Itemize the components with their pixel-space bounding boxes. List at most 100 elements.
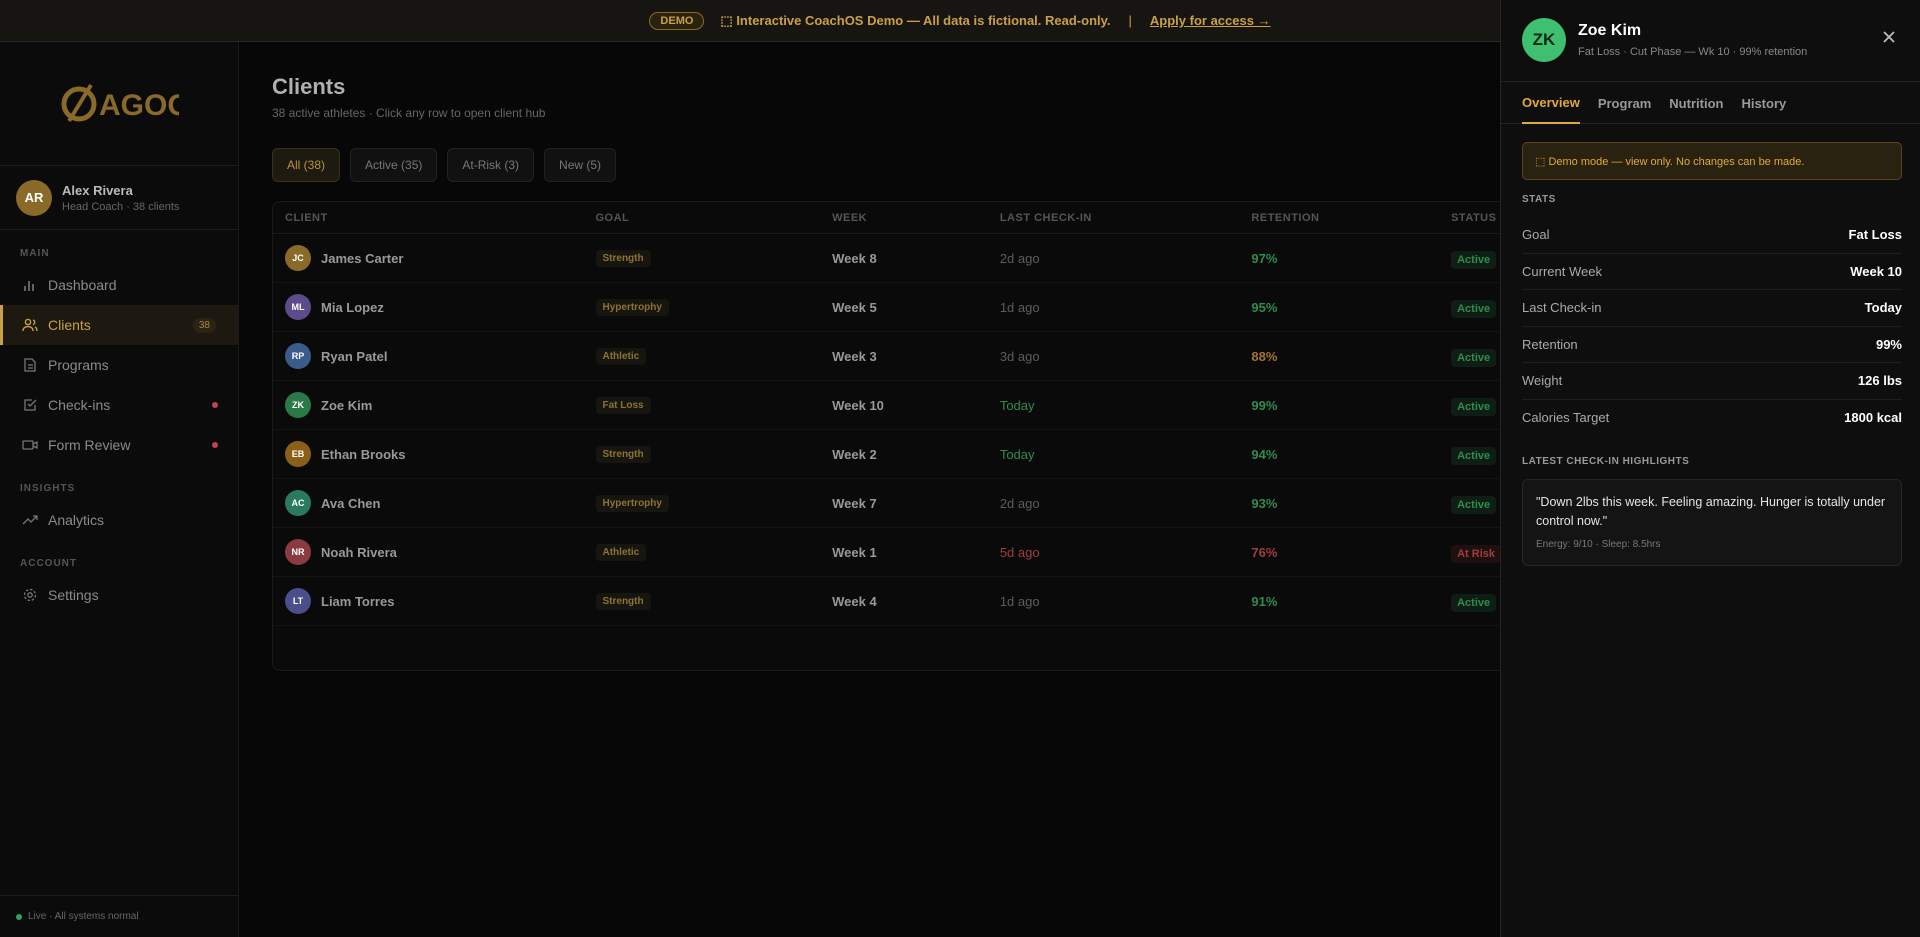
last-check-in: 2d ago xyxy=(999,495,1040,511)
retention-value: 76% xyxy=(1251,544,1278,560)
status-badge: Active xyxy=(1451,397,1497,416)
filter-at-risk[interactable]: At-Risk (3) xyxy=(447,148,535,182)
tab-program[interactable]: Program xyxy=(1598,82,1651,124)
sidebar-item-label: Form Review xyxy=(48,437,131,453)
sidebar-item-settings[interactable]: Settings xyxy=(0,575,238,615)
stat-value: 1800 kcal xyxy=(1844,410,1902,426)
nav-section-main: MAIN xyxy=(20,248,50,259)
tab-overview[interactable]: Overview xyxy=(1522,82,1580,124)
gear-icon xyxy=(22,587,38,603)
alert-dot xyxy=(212,442,218,448)
sidebar-item-analytics[interactable]: Analytics xyxy=(0,500,238,540)
app-root: DEMO ⬚ Interactive CoachOS Demo — All da… xyxy=(0,0,1920,937)
goal-tag: Hypertrophy xyxy=(595,299,669,316)
sidebar-item-label: Analytics xyxy=(48,512,105,528)
users-icon xyxy=(22,317,38,333)
client-summary: Fat Loss · Cut Phase — Wk 10 · 99% reten… xyxy=(1578,46,1808,58)
filter-all[interactable]: All (38) xyxy=(272,148,341,182)
column-client[interactable]: CLIENT xyxy=(273,212,596,224)
sidebar-item-label: Clients xyxy=(48,317,91,333)
table-row[interactable]: ZK Zoe Kim Fat Loss Week 10 Today 99% Act… xyxy=(273,381,1511,430)
stat-label: Calories Target xyxy=(1522,410,1610,426)
sidebar-item-label: Settings xyxy=(48,587,99,603)
logo[interactable]: AGOGE xyxy=(0,42,238,166)
tab-history[interactable]: History xyxy=(1741,82,1786,124)
bar-chart-icon xyxy=(22,277,38,293)
filter-active[interactable]: Active (35) xyxy=(350,148,438,182)
sidebar-item-dashboard[interactable]: Dashboard xyxy=(0,265,238,305)
tab-nutrition[interactable]: Nutrition xyxy=(1669,82,1723,124)
client-week: Week 10 xyxy=(832,397,884,413)
retention-value: 99% xyxy=(1251,397,1278,413)
table-row[interactable]: JC James Carter Strength Week 8 2d ago 97… xyxy=(273,234,1511,283)
client-avatar: JC xyxy=(285,245,311,271)
clients-table: CLIENT GOAL WEEK LAST CHECK-IN RETENTION… xyxy=(272,201,1512,671)
table-row[interactable]: NR Noah Rivera Athletic Week 1 5d ago 76%… xyxy=(273,528,1511,577)
last-check-in: 5d ago xyxy=(999,544,1040,560)
page-title: Clients xyxy=(272,74,346,99)
stat-row: Goal Fat Loss xyxy=(1522,217,1902,254)
agoge-logo-icon: AGOGE xyxy=(61,83,179,122)
close-icon[interactable] xyxy=(1880,28,1898,46)
last-check-in: 3d ago xyxy=(999,348,1040,364)
status-badge: Active xyxy=(1451,593,1497,612)
stat-value: Week 10 xyxy=(1850,263,1902,279)
status-badge: Active xyxy=(1451,299,1497,318)
table-row[interactable]: LT Liam Torres Strength Week 4 1d ago 91%… xyxy=(273,577,1511,626)
stat-label: Last Check-in xyxy=(1522,300,1602,316)
sidebar-item-label: Check-ins xyxy=(48,397,111,413)
demo-badge: DEMO xyxy=(649,11,705,30)
client-week: Week 1 xyxy=(832,544,877,560)
table-row[interactable]: ML Mia Lopez Hypertrophy Week 5 1d ago 95… xyxy=(273,283,1511,332)
client-week: Week 7 xyxy=(832,495,877,511)
filter-bar: All (38) Active (35) At-Risk (3) New (5) xyxy=(272,148,617,182)
panel-tabs: Overview Program Nutrition History xyxy=(1501,82,1920,124)
stat-label: Weight xyxy=(1522,373,1563,389)
status-badge: Active xyxy=(1451,348,1497,367)
table-row[interactable]: EB Ethan Brooks Strength Week 2 Today 94%… xyxy=(273,430,1511,479)
client-detail-panel: ZK Zoe Kim Fat Loss · Cut Phase — Wk 10 … xyxy=(1500,0,1920,937)
client-name: Ethan Brooks xyxy=(321,446,406,462)
client-week: Week 8 xyxy=(832,250,877,266)
status-badge: Active xyxy=(1451,250,1497,269)
nav-section-account: ACCOUNT xyxy=(20,558,77,569)
client-name: Zoe Kim xyxy=(321,397,373,413)
status-badge: At Risk xyxy=(1451,544,1501,563)
filter-new[interactable]: New (5) xyxy=(544,148,617,182)
sidebar-item-check-ins[interactable]: Check-ins xyxy=(0,385,238,425)
retention-value: 93% xyxy=(1251,495,1278,511)
column-retention[interactable]: RETENTION xyxy=(1251,212,1451,224)
status-dot xyxy=(16,913,22,920)
sidebar-item-form-review[interactable]: Form Review xyxy=(0,425,238,465)
client-avatar: LT xyxy=(285,588,311,614)
table-row[interactable]: RP Ryan Patel Athletic Week 3 3d ago 88% … xyxy=(273,332,1511,381)
stat-label: Retention xyxy=(1522,336,1578,352)
sidebar-item-clients[interactable]: Clients 38 xyxy=(0,305,238,345)
logo-wordmark: AGOGE xyxy=(99,89,179,122)
client-avatar: NR xyxy=(285,539,311,565)
apply-access-link[interactable]: Apply for access → xyxy=(1150,13,1271,28)
client-avatar: EB xyxy=(285,441,311,467)
sidebar-item-programs[interactable]: Programs xyxy=(0,345,238,385)
coach-profile[interactable]: AR Alex Rivera Head Coach · 38 clients xyxy=(0,166,238,230)
client-name: Ryan Patel xyxy=(321,348,388,364)
column-week[interactable]: WEEK xyxy=(832,212,1000,224)
column-last-check-in[interactable]: LAST CHECK-IN xyxy=(1000,212,1252,224)
alert-dot xyxy=(212,402,218,408)
status-badge: Active xyxy=(1451,446,1497,465)
client-week: Week 3 xyxy=(832,348,877,364)
coach-avatar: AR xyxy=(16,179,52,216)
coach-name: Alex Rivera xyxy=(62,182,133,198)
goal-tag: Strength xyxy=(595,446,651,463)
table-row[interactable]: AC Ava Chen Hypertrophy Week 7 2d ago 93%… xyxy=(273,479,1511,528)
stats-header: STATS xyxy=(1522,194,1556,205)
retention-value: 91% xyxy=(1251,593,1278,609)
retention-value: 95% xyxy=(1251,299,1278,315)
client-avatar: ZK xyxy=(285,392,311,418)
stat-row: Current Week Week 10 xyxy=(1522,254,1902,290)
banner-separator: | xyxy=(1128,13,1132,28)
client-name: James Carter xyxy=(321,250,404,266)
column-goal[interactable]: GOAL xyxy=(596,212,833,224)
stat-row: Calories Target 1800 kcal xyxy=(1522,400,1902,437)
stat-value: 99% xyxy=(1875,336,1902,352)
